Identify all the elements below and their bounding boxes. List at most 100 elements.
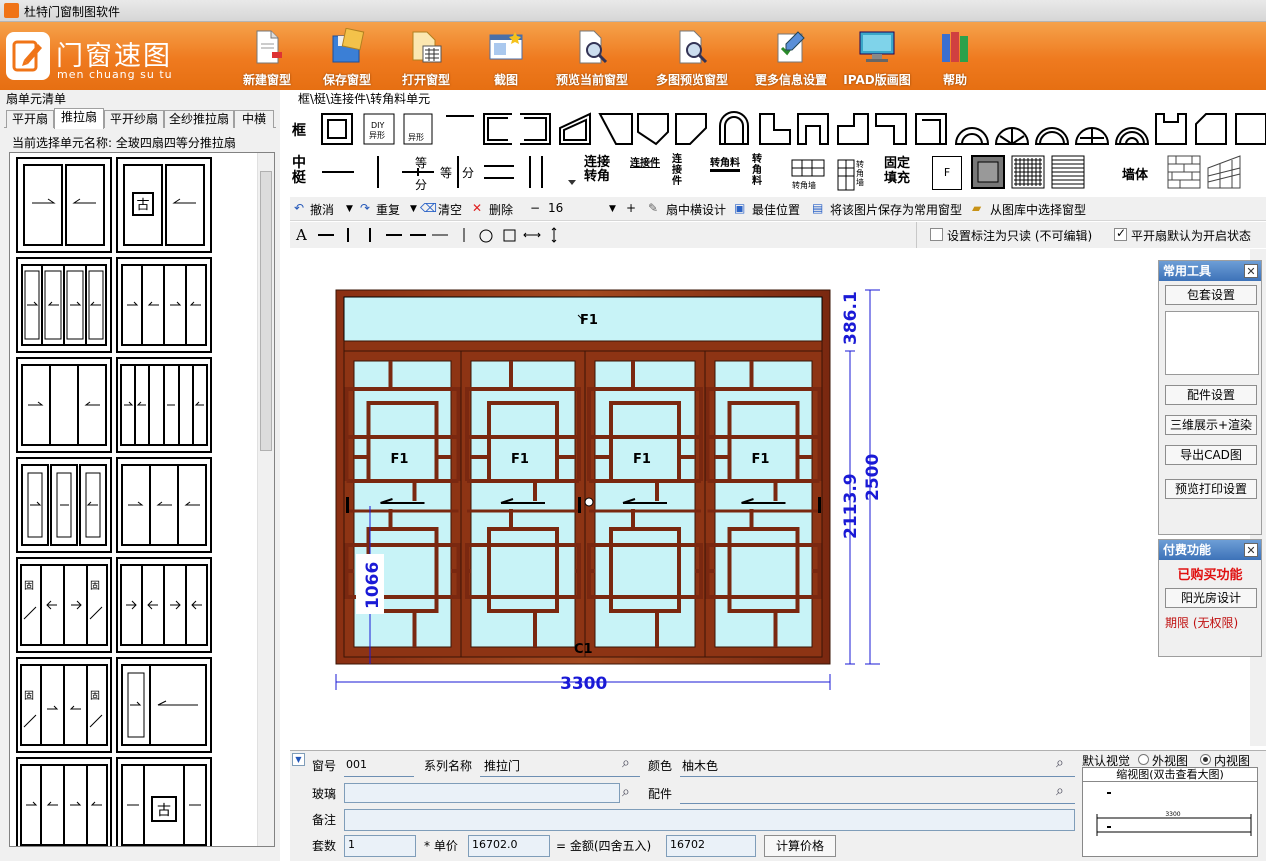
tab-screen-sliding[interactable]: 全纱推拉扇 — [164, 110, 234, 128]
line-tools[interactable] — [314, 226, 574, 244]
undo-button[interactable]: 撤消 — [310, 201, 334, 218]
clear-button[interactable]: 清空 — [438, 201, 462, 218]
color-value[interactable]: 柚木色 — [682, 757, 718, 774]
frame-shapes[interactable]: DIY 异形 异形 — [320, 110, 1266, 146]
corner-wall-label: 转角墙 — [792, 181, 816, 190]
window-drawing[interactable]: F1 F1 F1 F1 1066 F1 C1 386.1 2113.9 2500 33… — [290, 249, 1250, 746]
tab-middle-transom[interactable]: 中横 — [234, 110, 274, 128]
glass-search-icon[interactable]: ⌕ — [622, 784, 630, 800]
parts-search-icon[interactable]: ⌕ — [1056, 783, 1064, 799]
save-window-type-button[interactable]: 保存窗型 — [312, 22, 382, 90]
multi-preview-button[interactable]: 多图预览窗型 — [645, 22, 739, 90]
sash-option[interactable] — [116, 457, 212, 553]
size-dropdown-icon[interactable]: ▼ — [609, 204, 616, 214]
choose-from-library-button[interactable]: 从图库中选择窗型 — [990, 201, 1086, 218]
series-search-icon[interactable]: ⌕ — [622, 755, 630, 771]
fill-f-tool[interactable]: F — [932, 156, 962, 190]
sash-option[interactable] — [116, 257, 212, 353]
scroll-thumb[interactable] — [260, 171, 272, 451]
open-window-type-button[interactable]: 打开窗型 — [391, 22, 461, 90]
note-input[interactable] — [344, 809, 1075, 831]
mullion-shapes[interactable] — [318, 154, 728, 194]
ipad-drawing-button[interactable]: IPAD版画图 — [838, 22, 916, 90]
increase-button[interactable]: + — [626, 201, 636, 215]
sash-option[interactable]: 固固 — [16, 657, 112, 753]
svg-text:古: 古 — [136, 198, 149, 213]
sash-option[interactable] — [16, 757, 112, 846]
fixed-fill-label[interactable]: 固定 填充 — [884, 156, 910, 186]
close-icon[interactable]: ✕ — [1244, 264, 1258, 278]
sets-input[interactable]: 1 — [344, 835, 416, 857]
preview-current-button[interactable]: 预览当前窗型 — [545, 22, 639, 90]
redo-dropdown-icon[interactable]: ▼ — [410, 204, 417, 214]
svg-text:古: 古 — [157, 803, 171, 819]
sash-option[interactable]: 古 — [116, 757, 212, 846]
sash-option[interactable] — [16, 157, 112, 253]
thumbnail-preview[interactable]: 缩视图(双击查看大图) 3300 — [1082, 767, 1258, 857]
wall-label[interactable]: 墙体 — [1122, 164, 1148, 183]
sash-option[interactable] — [116, 357, 212, 453]
amount-input[interactable]: 16702 — [666, 835, 756, 857]
ipad-icon — [859, 31, 895, 62]
connector-tool[interactable]: 连接件 — [630, 154, 660, 169]
size-value[interactable]: 16 — [548, 201, 563, 215]
sash-option[interactable] — [16, 457, 112, 553]
print-preview-settings-button[interactable]: 预览打印设置 — [1165, 479, 1257, 499]
sash-option[interactable] — [16, 357, 112, 453]
sash-mullion-design-button[interactable]: 扇中横设计 — [666, 201, 726, 218]
3d-render-button[interactable]: 三维展示+渲染 — [1165, 415, 1257, 435]
inner-view-radio[interactable] — [1200, 754, 1211, 765]
window-no-value[interactable]: 001 — [346, 758, 367, 771]
connect-corner-label[interactable]: 连接 转角 — [584, 156, 610, 184]
corner-bar-tool[interactable]: 转角料 — [710, 154, 740, 172]
connector-v-tool[interactable]: 连接件 — [672, 154, 682, 187]
best-position-button[interactable]: 最佳位置 — [752, 201, 800, 218]
wall-shapes[interactable] — [1166, 154, 1256, 192]
collapse-icon[interactable]: ▼ — [292, 753, 305, 766]
delete-button[interactable]: 删除 — [489, 201, 513, 218]
tab-casement-screen[interactable]: 平开纱扇 — [104, 110, 164, 128]
parts-settings-button[interactable]: 配件设置 — [1165, 385, 1257, 405]
export-cad-button[interactable]: 导出CAD图 — [1165, 445, 1257, 465]
help-button[interactable]: 帮助 — [928, 22, 982, 90]
sunroom-design-button[interactable]: 阳光房设计 — [1165, 588, 1257, 608]
unit-price-input[interactable]: 16702.0 — [468, 835, 550, 857]
fill-pattern-shapes[interactable] — [970, 154, 1090, 194]
save-as-common-button[interactable]: 将该图片保存为常用窗型 — [830, 201, 962, 218]
color-search-icon[interactable]: ⌕ — [1056, 755, 1064, 771]
corner-bar-v-tool[interactable]: 转角料 — [752, 154, 762, 187]
text-tool[interactable]: A — [296, 226, 307, 244]
tab-casement-sash[interactable]: 平开扇 — [6, 110, 54, 128]
palette-expand-icon[interactable] — [568, 180, 576, 185]
sets-label: 套数 — [312, 839, 337, 853]
sash-option[interactable]: 古 — [116, 157, 212, 253]
calc-price-button[interactable]: 计算价格 — [764, 835, 836, 857]
drawing-canvas[interactable]: F1 F1 F1 F1 1066 F1 C1 386.1 2113.9 2500 33… — [290, 249, 1250, 746]
thumbnail-dim: 3300 — [1165, 811, 1180, 818]
sash-option[interactable]: 固固 — [16, 557, 112, 653]
readonly-checkbox[interactable] — [930, 228, 943, 241]
close-icon[interactable]: ✕ — [1244, 543, 1258, 557]
sash-option[interactable] — [16, 257, 112, 353]
color-label: 颜色 — [648, 759, 673, 773]
new-window-type-button[interactable]: 新建窗型 — [232, 22, 302, 90]
ribbon-label: 更多信息设置 — [754, 73, 827, 87]
preview-icon — [579, 30, 608, 64]
left-list-scrollbar[interactable] — [257, 153, 274, 846]
undo-dropdown-icon[interactable]: ▼ — [346, 204, 353, 214]
sash-option[interactable] — [116, 657, 212, 753]
outer-view-radio[interactable] — [1138, 754, 1149, 765]
screenshot-button[interactable]: 截图 — [478, 22, 534, 90]
redo-button[interactable]: 重复 — [376, 201, 400, 218]
series-value[interactable]: 推拉门 — [484, 757, 520, 774]
decrease-button[interactable]: − — [530, 201, 540, 215]
open-default-label: 平开扇默认为开启状态 — [1131, 229, 1252, 243]
open-default-checkbox[interactable]: ✓ — [1114, 226, 1127, 241]
window-title: 杜特门窗制图软件 — [24, 5, 121, 19]
glass-input[interactable] — [344, 783, 620, 803]
sash-option[interactable] — [116, 557, 212, 653]
more-settings-button[interactable]: 更多信息设置 — [745, 22, 837, 90]
title-bar: 杜特门窗制图软件 — [0, 0, 1266, 22]
tab-sliding-sash[interactable]: 推拉扇 — [54, 108, 104, 129]
wrap-settings-button[interactable]: 包套设置 — [1165, 285, 1257, 305]
